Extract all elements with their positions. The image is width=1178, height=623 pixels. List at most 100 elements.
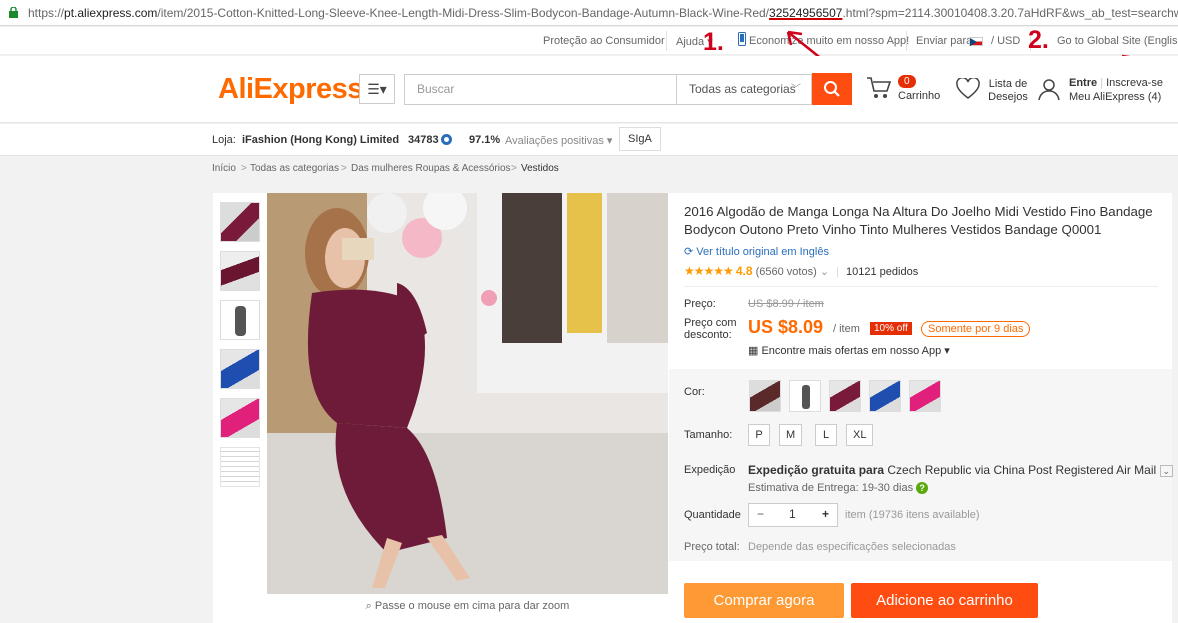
top-nav: Proteção ao Consumidor Ajuda ▾ Economize…	[0, 27, 1178, 55]
quantity-stepper: − 1 +	[748, 503, 838, 527]
buy-now-button[interactable]: Comprar agora	[684, 583, 844, 618]
divider	[906, 31, 907, 51]
thumbnail[interactable]	[220, 202, 260, 242]
total-price-label: Preço total:	[684, 541, 740, 553]
store-bar: Loja: iFashion (Hong Kong) Limited 34783…	[0, 124, 1178, 156]
rating-row: ★★★★★ 4.8 (6560 votos) ⌄ | 10121 pedidos	[684, 264, 918, 278]
url-product-id: 32524956507	[769, 6, 843, 20]
positive-rate: 97.1%	[469, 134, 501, 146]
delivery-estimate: Estimativa de Entrega: 19-30 dias ?	[748, 482, 929, 494]
qr-code-icon: ▦	[748, 345, 759, 357]
global-site-link[interactable]: Go to Global Site (English)	[1057, 35, 1178, 47]
positive-reviews-dropdown[interactable]: Avaliações positivas ▾	[505, 134, 612, 147]
help-icon[interactable]: ?	[916, 482, 929, 494]
color-swatch[interactable]	[909, 380, 941, 412]
heart-icon[interactable]	[956, 78, 980, 100]
category-menu-button[interactable]: ☰▾	[359, 74, 395, 104]
annotation-one: 1.	[703, 28, 724, 56]
my-aliexpress-link[interactable]: Meu AliExpress (4)	[1069, 91, 1161, 103]
address-bar[interactable]: https://pt.aliexpress.com/item/2015-Cott…	[0, 0, 1178, 26]
original-title-link[interactable]: ⟳ Ver título original em Inglês	[684, 245, 829, 258]
size-option-p[interactable]: P	[748, 424, 770, 446]
breadcrumb-women[interactable]: Das mulheres Roupas & Acessórios	[351, 163, 511, 174]
search-button[interactable]	[812, 73, 852, 105]
divider	[684, 286, 1158, 287]
total-price-value: Depende das especificações selecionadas	[748, 541, 956, 553]
chevron-down-icon: ﹀	[791, 84, 801, 95]
sign-in-link[interactable]: Entre	[1069, 77, 1097, 89]
divider: |	[836, 266, 839, 278]
rating-value: 4.8	[735, 264, 753, 278]
site-header: AliExpress™ ☰▾ Buscar Todas as categoria…	[0, 56, 1178, 123]
breadcrumb-sep: >	[341, 163, 347, 174]
size-label: Tamanho:	[684, 429, 733, 441]
product-main-image[interactable]	[267, 193, 668, 594]
cart-icon[interactable]	[866, 76, 892, 100]
consumer-protection-link[interactable]: Proteção ao Consumidor	[543, 35, 665, 47]
shipping-label: Expedição	[684, 464, 736, 476]
orders-count: 10121 pedidos	[846, 266, 919, 278]
czech-flag-icon	[969, 36, 983, 48]
lock-icon	[9, 7, 18, 18]
register-link[interactable]: Inscreva-se	[1106, 77, 1163, 89]
discount-price-label: Preço com desconto:	[684, 317, 737, 341]
product-title: 2016 Algodão de Manga Longa Na Altura Do…	[684, 204, 1153, 237]
votes-count[interactable]: (6560 votos)	[756, 266, 817, 278]
url-path: /item/2015-Cotton-Knitted-Long-Sleeve-Kn…	[157, 6, 770, 20]
breadcrumb-sep: >	[241, 163, 247, 174]
breadcrumb-dresses[interactable]: Vestidos	[521, 163, 559, 174]
sign-in-register: Entre | Inscreva-se	[1069, 77, 1163, 89]
thumbnail[interactable]	[220, 251, 260, 291]
phone-icon	[738, 32, 746, 49]
color-swatch[interactable]	[869, 380, 901, 412]
discount-price: US $8.09	[748, 317, 824, 337]
annotation-two: 2.	[1028, 26, 1049, 54]
breadcrumb: Início > Todas as categorias > Das mulhe…	[0, 157, 1178, 181]
cart-count-badge: 0	[898, 75, 916, 88]
currency-selector[interactable]: / USD	[991, 35, 1020, 47]
chevron-down-icon: ⌄	[819, 266, 830, 278]
store-name-link[interactable]: iFashion (Hong Kong) Limited	[242, 134, 399, 146]
per-item-label: / item	[833, 323, 860, 335]
follow-button[interactable]: SIgA	[619, 127, 661, 151]
thumbnail[interactable]	[220, 398, 260, 438]
size-option-m[interactable]: M	[779, 424, 803, 446]
thumbnail-list	[220, 202, 261, 496]
translate-icon: ⟳	[684, 246, 694, 258]
price-label: Preço:	[684, 298, 716, 310]
available-stock: item (19736 itens available)	[845, 509, 980, 521]
divider: |	[1100, 77, 1104, 89]
color-swatch[interactable]	[829, 380, 861, 412]
thumbnail[interactable]	[220, 447, 260, 487]
chevron-down-icon[interactable]: ⌄	[1159, 465, 1174, 477]
divider	[666, 31, 667, 51]
aliexpress-logo[interactable]: AliExpress™	[218, 73, 370, 106]
url-prefix: https://	[28, 6, 65, 20]
thumbnail[interactable]	[220, 349, 260, 389]
breadcrumb-all-categories[interactable]: Todas as categorias	[250, 163, 339, 174]
ship-to-label[interactable]: Enviar para	[916, 35, 972, 47]
color-swatch[interactable]	[789, 380, 821, 412]
shipping-destination[interactable]: Czech Republic via China Post Registered…	[887, 463, 1156, 477]
store-label: Loja:	[212, 134, 236, 146]
search-icon	[824, 81, 840, 97]
wishlist-link[interactable]: Lista de Desejos	[986, 78, 1030, 104]
magnifier-icon: ⌕	[365, 600, 372, 612]
size-option-l[interactable]: L	[815, 424, 837, 446]
search-input[interactable]: Buscar	[404, 74, 676, 105]
quantity-label: Quantidade	[684, 509, 741, 521]
quantity-input[interactable]: 1	[789, 507, 796, 521]
days-left-badge: Somente por 9 dias	[921, 321, 1031, 337]
decrease-button[interactable]: −	[757, 507, 764, 521]
size-option-xl[interactable]: XL	[846, 424, 874, 446]
breadcrumb-home[interactable]: Início	[212, 163, 236, 174]
user-icon[interactable]	[1037, 77, 1061, 101]
cart-label[interactable]: Carrinho	[898, 90, 940, 102]
add-to-cart-button[interactable]: Adicione ao carrinho	[851, 583, 1038, 618]
thumbnail[interactable]	[220, 300, 260, 340]
color-swatch[interactable]	[749, 380, 781, 412]
increase-button[interactable]: +	[822, 507, 829, 521]
app-offers-link[interactable]: ▦ Encontre mais ofertas em nosso App ▾	[748, 344, 950, 357]
shipping-info: Expedição gratuita para Czech Republic v…	[748, 463, 1174, 477]
category-select[interactable]: Todas as categorias ﹀	[676, 74, 812, 105]
